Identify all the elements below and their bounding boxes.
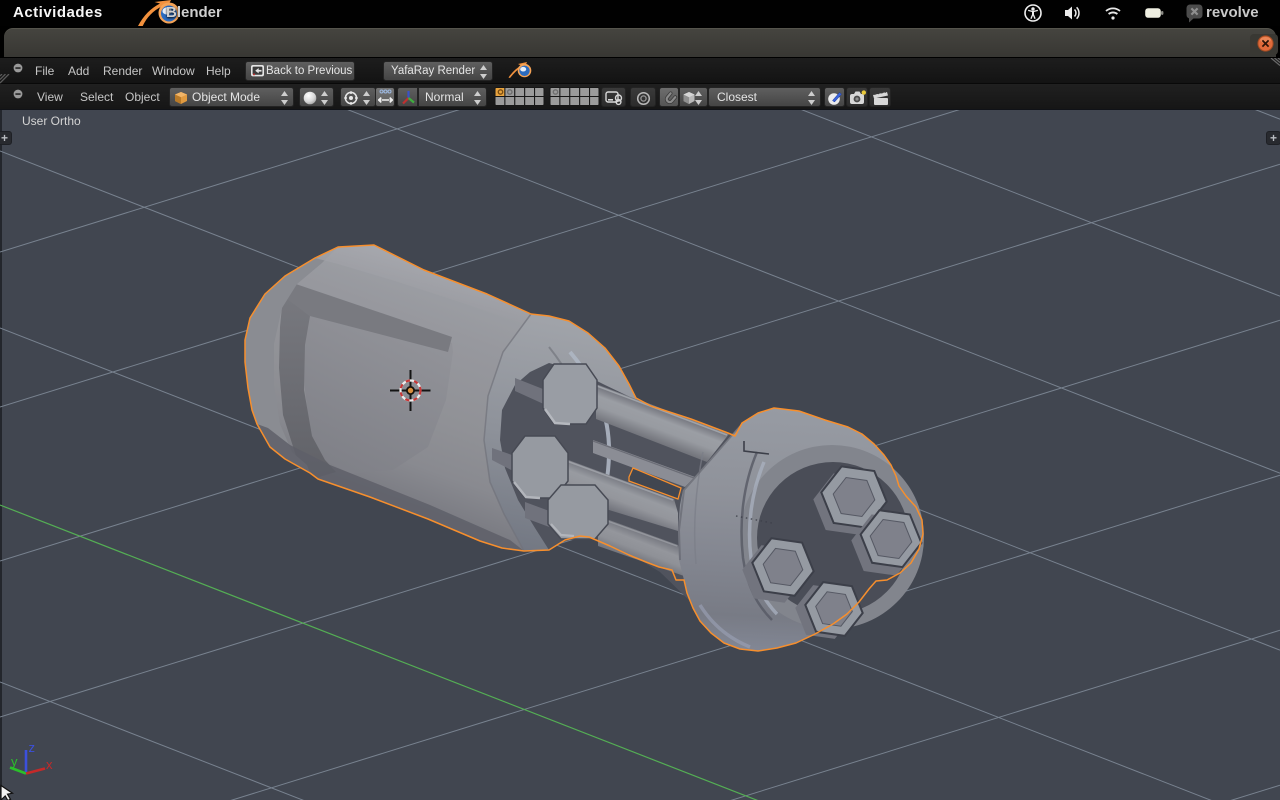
svg-text:x: x [46, 757, 53, 772]
svg-text:z: z [29, 740, 36, 755]
svg-text:y: y [11, 754, 18, 769]
